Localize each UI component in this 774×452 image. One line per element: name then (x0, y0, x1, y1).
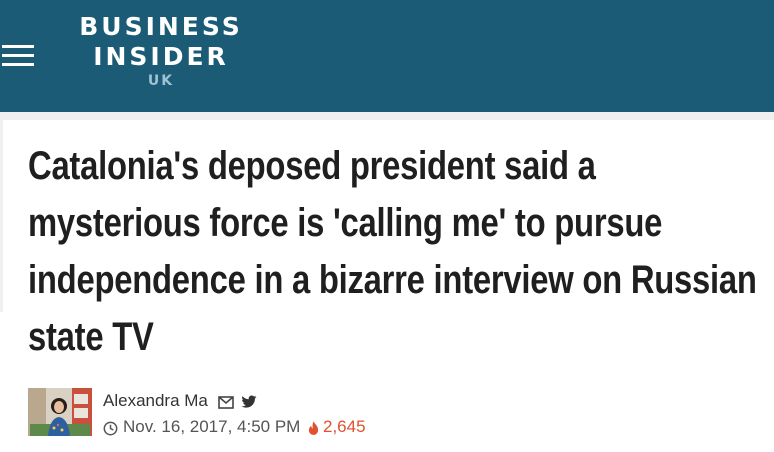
site-header: BUSINESS INSIDER UK (0, 0, 774, 112)
site-logo[interactable]: BUSINESS INSIDER UK (68, 12, 254, 90)
clock-icon (103, 421, 118, 436)
logo-line-business: BUSINESS (79, 12, 243, 41)
logo-line-insider: INSIDER (93, 42, 229, 71)
fire-icon (308, 421, 319, 435)
mail-icon[interactable] (218, 396, 234, 409)
author-name[interactable]: Alexandra Ma (103, 391, 208, 411)
menu-bar (2, 45, 34, 48)
author-avatar[interactable] (28, 388, 92, 436)
menu-bar (2, 63, 34, 66)
avatar-photo (28, 388, 92, 436)
left-edge-band (0, 112, 3, 312)
menu-bar (2, 54, 34, 57)
byline: Alexandra Ma Nov. 16, 2017, 4:50 PM 2,64… (28, 386, 768, 438)
publish-date: Nov. 16, 2017, 4:50 PM (123, 417, 301, 436)
hamburger-menu-button[interactable] (2, 45, 34, 67)
logo-region: UK (147, 73, 175, 89)
twitter-icon[interactable] (241, 395, 257, 409)
view-count: 2,645 (323, 417, 366, 436)
header-divider (0, 112, 774, 120)
article-headline: Catalonia's deposed president said a mys… (28, 144, 757, 359)
